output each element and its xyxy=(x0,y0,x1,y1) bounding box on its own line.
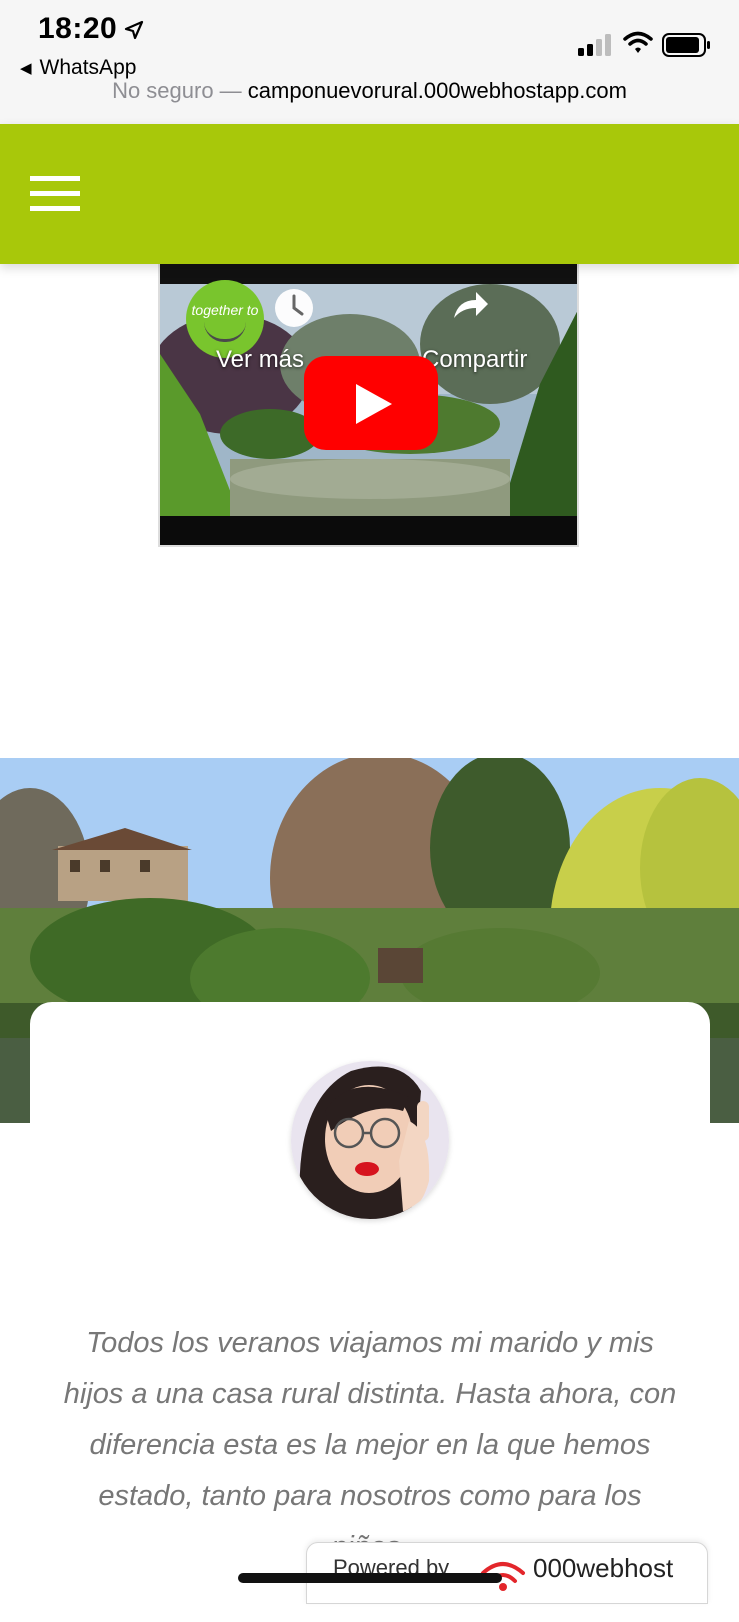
share-icon[interactable] xyxy=(450,288,490,322)
battery-icon xyxy=(662,33,710,57)
youtube-play-icon[interactable] xyxy=(304,356,438,450)
location-arrow-icon xyxy=(124,20,144,40)
share-label[interactable]: Compartir xyxy=(422,346,527,374)
clock-icon[interactable] xyxy=(272,286,316,330)
badge-brand-name: 000webhost xyxy=(533,1553,674,1583)
status-bar: 18:20 ◀ WhatsApp No seguro — camponuevoru… xyxy=(0,0,739,124)
site-header xyxy=(0,124,739,264)
watch-more-label[interactable]: Ver más xyxy=(216,346,304,374)
status-time: 18:20 xyxy=(38,12,118,45)
hamburger-menu-icon[interactable] xyxy=(30,176,80,212)
back-app-label: WhatsApp xyxy=(39,56,137,79)
back-triangle-icon: ◀ xyxy=(20,60,32,77)
testimonial-avatar xyxy=(291,1061,449,1219)
url-security-label: No seguro — xyxy=(112,78,248,103)
address-bar[interactable]: No seguro — camponuevorural.000webhostap… xyxy=(0,78,739,104)
wifi-icon xyxy=(623,31,653,53)
video-embed[interactable]: together to Ver más Compartir xyxy=(158,264,579,547)
cell-signal-icon xyxy=(578,34,611,56)
testimonial-quote: Todos los veranos viajamos mi marido y m… xyxy=(63,1327,677,1563)
url-host: camponuevorural.000webhostapp.com xyxy=(247,78,627,103)
home-indicator[interactable] xyxy=(238,1573,502,1583)
smile-icon xyxy=(204,322,246,342)
back-to-app-link[interactable]: ◀ WhatsApp xyxy=(20,56,136,80)
channel-logo-text: together to xyxy=(191,302,259,318)
